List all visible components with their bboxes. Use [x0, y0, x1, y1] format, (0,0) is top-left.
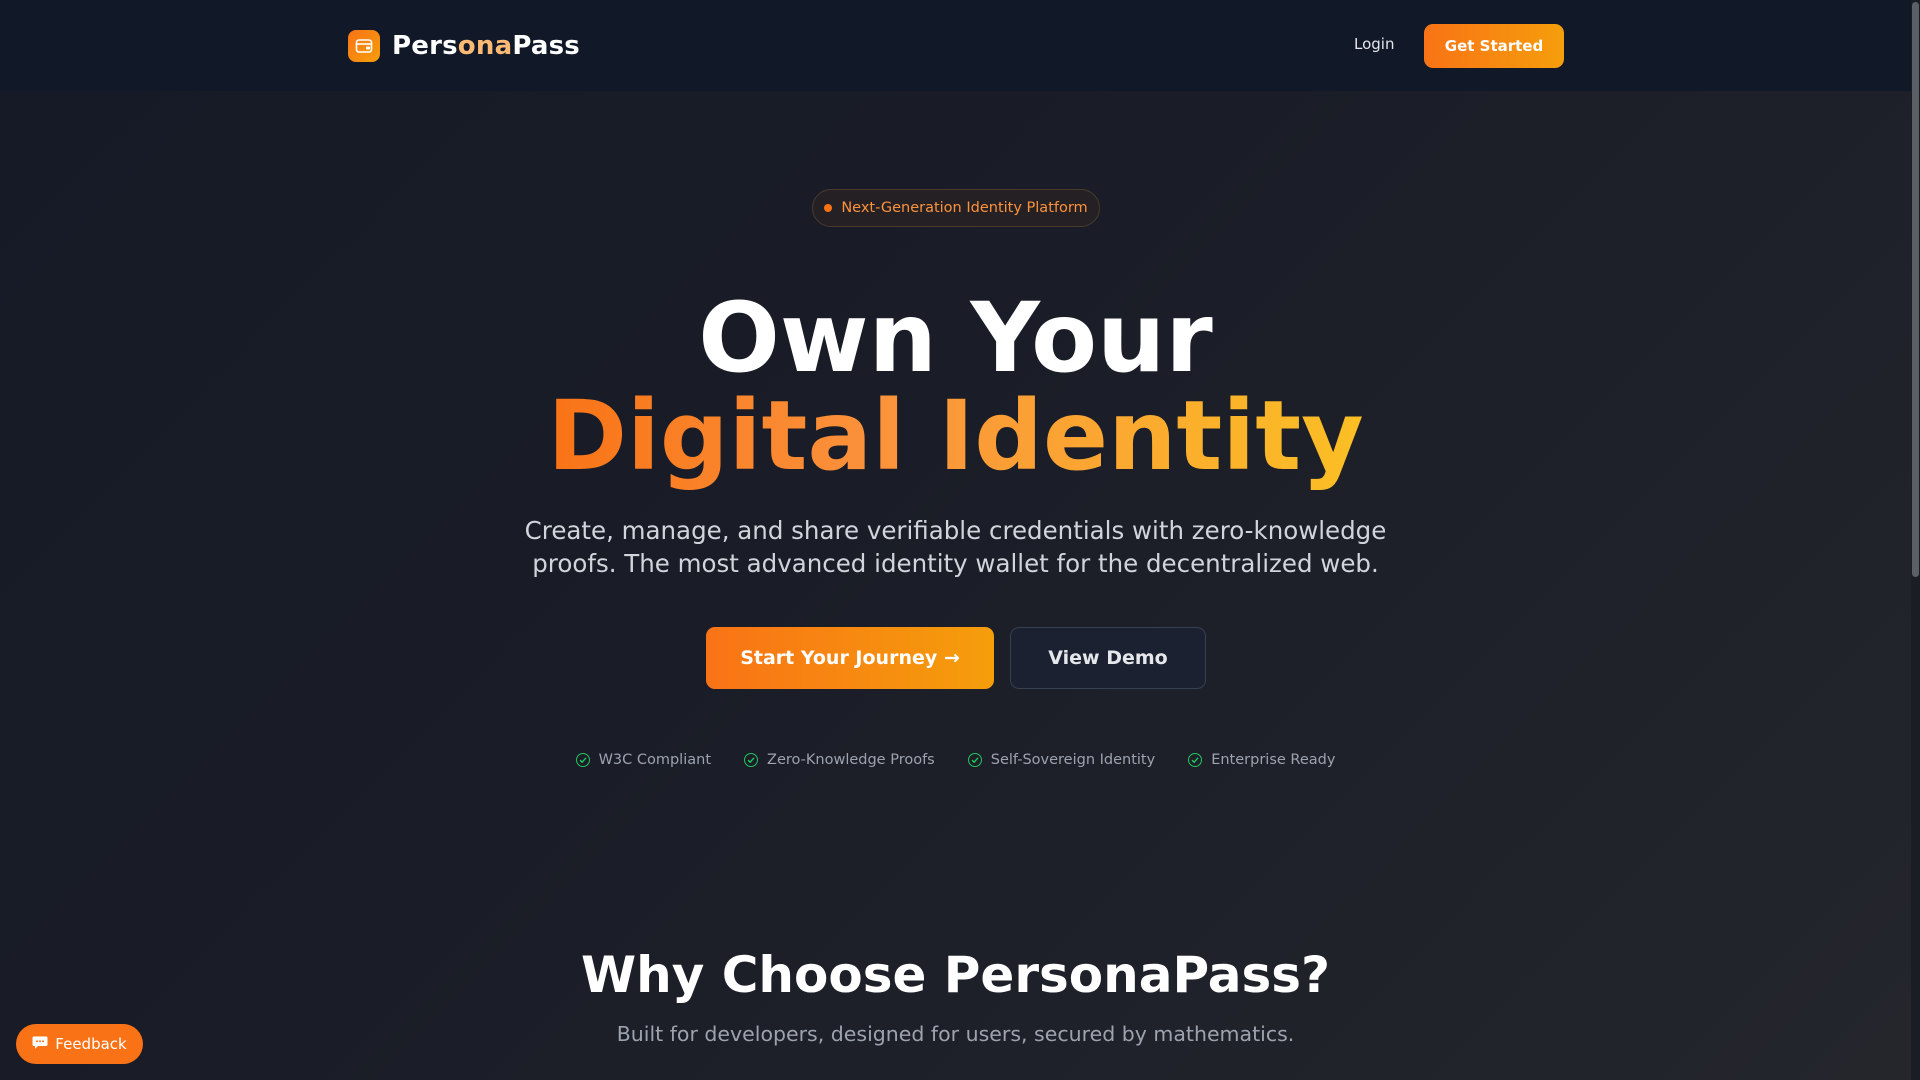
feature-label: W3C Compliant: [598, 752, 712, 768]
feedback-button[interactable]: Feedback: [16, 1024, 143, 1064]
feature-item: Self-Sovereign Identity: [967, 752, 1156, 768]
why-section-title: Why Choose PersonaPass?: [580, 946, 1331, 1004]
brand-link[interactable]: PersonaPass: [348, 29, 580, 62]
hero-title-gradient-text: Digital Identity: [547, 380, 1364, 492]
feature-item: Enterprise Ready: [1188, 752, 1335, 768]
scrollbar-thumb[interactable]: [1912, 2, 1919, 577]
get-started-button[interactable]: Get Started: [1424, 24, 1564, 68]
feature-list: W3C Compliant Zero-Knowledge Proofs Self…: [0, 752, 1911, 768]
hero-title-line1: Own Your: [698, 282, 1213, 394]
brand-name: PersonaPass: [392, 31, 580, 61]
feature-label: Enterprise Ready: [1211, 752, 1336, 768]
view-demo-button[interactable]: View Demo: [1010, 627, 1206, 689]
brand-name-part2: ona: [457, 30, 513, 61]
brand-name-part3: Pass: [512, 30, 580, 61]
wallet-icon: [348, 29, 380, 62]
feature-label: Zero-Knowledge Proofs: [767, 752, 935, 768]
login-link[interactable]: Login: [1354, 35, 1394, 53]
hero-title-line2: Digital Identity: [0, 386, 1911, 486]
brand-name-part1: Pers: [392, 30, 458, 61]
feedback-label: Feedback: [55, 1035, 127, 1053]
start-journey-button[interactable]: Start Your Journey →: [706, 627, 994, 689]
badge-text: Next-Generation Identity Platform: [841, 200, 1088, 216]
feature-item: W3C Compliant: [575, 752, 712, 768]
check-circle-icon: [967, 753, 982, 767]
check-circle-icon: [1188, 753, 1203, 767]
check-circle-icon: [575, 753, 590, 767]
top-navbar: PersonaPass Login Get Started: [0, 0, 1920, 91]
hero-subtitle: Create, manage, and share verifiable cre…: [524, 516, 1387, 578]
platform-badge: Next-Generation Identity Platform: [812, 189, 1100, 227]
chat-bubble-icon: [32, 1035, 48, 1054]
landing-page: PersonaPass Login Get Started Next-Gener…: [0, 0, 1920, 1080]
why-section-subtitle: Built for developers, designed for users…: [616, 1022, 1295, 1046]
feature-item: Zero-Knowledge Proofs: [744, 752, 935, 768]
badge-dot-icon: [824, 204, 833, 212]
check-circle-icon: [744, 753, 759, 767]
feature-label: Self-Sovereign Identity: [990, 752, 1156, 768]
page-scrollbar[interactable]: [1911, 0, 1920, 1080]
